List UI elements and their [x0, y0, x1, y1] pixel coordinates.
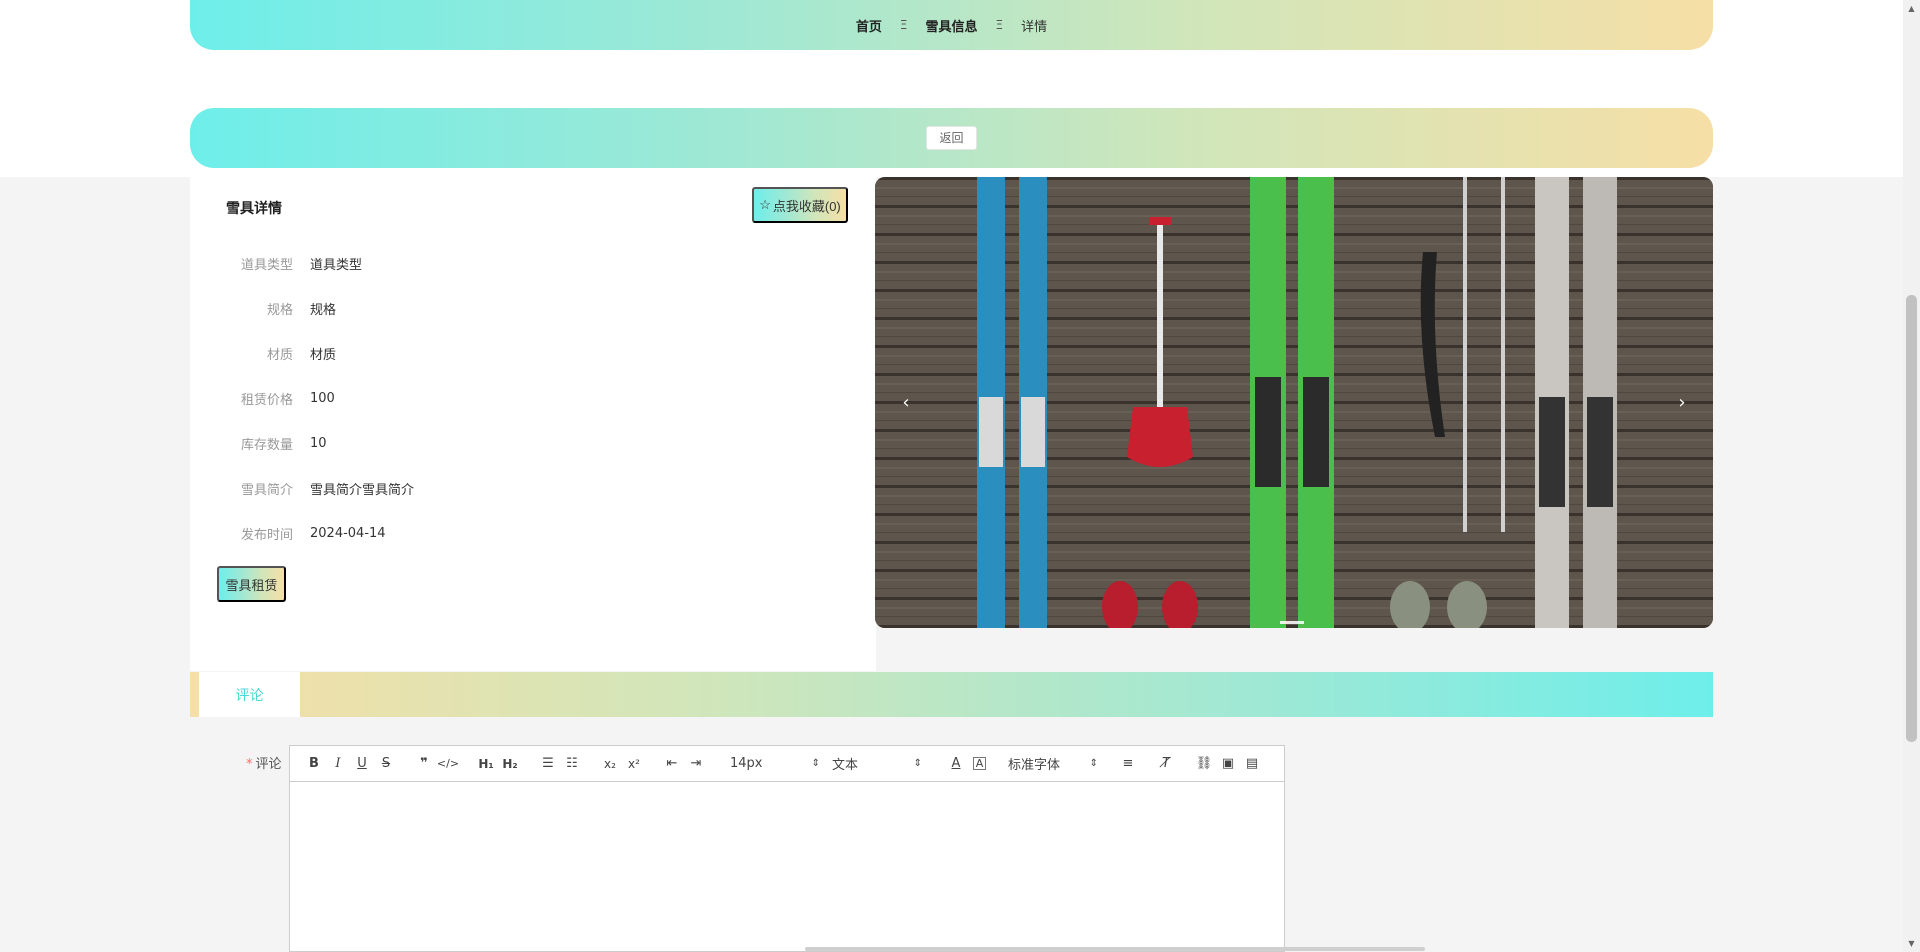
field-label: 规格 [266, 302, 293, 318]
editor-content-area[interactable] [290, 782, 1284, 952]
field-value: 100 [310, 390, 335, 406]
horizontal-scrollbar[interactable] [805, 947, 1425, 951]
field-value: 10 [310, 435, 327, 451]
field-value: 雪具简介雪具简介 [310, 482, 415, 498]
field-intro: 雪具简介 雪具简介雪具简介 [190, 478, 790, 498]
field-stock: 库存数量 10 [190, 433, 790, 453]
tab-bar: 评论 [190, 672, 1713, 717]
ski-gear-photo [875, 177, 1713, 628]
back-button[interactable]: 返回 [926, 126, 977, 150]
back-bar: 返回 [190, 108, 1713, 168]
field-publish-time: 发布时间 2024-04-14 [190, 523, 790, 543]
field-value: 2024-04-14 [310, 525, 386, 541]
subscript-icon[interactable]: x₂ [598, 753, 622, 775]
breadcrumb-separator: Ξ [899, 18, 908, 32]
field-label: 发布时间 [240, 527, 293, 543]
field-value: 材质 [310, 347, 337, 363]
scroll-up-icon[interactable]: ▲ [1903, 0, 1920, 17]
rich-text-editor: B I U S ❞ </> H₁ H₂ ☰ ☷ x₂ x² ⇤ ⇥ 14px ⇕… [289, 745, 1285, 952]
field-value: 道具类型 [310, 257, 363, 273]
scroll-down-icon[interactable]: ▼ [1903, 935, 1920, 952]
video-icon[interactable]: ▤ [1240, 753, 1264, 775]
superscript-icon[interactable]: x² [622, 753, 646, 775]
chevron-updown-icon: ⇕ [811, 758, 820, 769]
breadcrumb-separator: Ξ [995, 18, 1004, 32]
link-icon[interactable]: ⛓ [1192, 753, 1216, 775]
required-mark: * [246, 757, 253, 772]
header-value: 文本 [832, 758, 859, 773]
carousel-next-button[interactable]: › [1667, 387, 1697, 417]
blockquote-icon[interactable]: ❞ [412, 753, 436, 775]
image-carousel[interactable]: ‹ › [875, 177, 1713, 628]
vertical-scrollbar[interactable]: ▲ ▼ [1903, 0, 1920, 952]
chevron-updown-icon: ⇕ [913, 758, 922, 769]
align-icon[interactable]: ≡ [1116, 753, 1140, 775]
underline-icon[interactable]: U [350, 753, 374, 775]
font-size-picker[interactable]: 14px ⇕ [730, 753, 820, 775]
scrollbar-thumb[interactable] [1906, 295, 1917, 742]
rent-button[interactable]: 雪具租赁 [217, 566, 286, 602]
bold-icon[interactable]: B [302, 753, 326, 775]
heading1-icon[interactable]: H₁ [474, 753, 498, 775]
field-rent-price: 租赁价格 100 [190, 388, 790, 408]
breadcrumb-detail: 详情 [1021, 19, 1048, 35]
background-color-icon[interactable]: A [973, 757, 986, 770]
comment-label: * 评论 [246, 753, 282, 772]
field-label: 材质 [266, 347, 293, 363]
editor-toolbar: B I U S ❞ </> H₁ H₂ ☰ ☷ x₂ x² ⇤ ⇥ 14px ⇕… [290, 746, 1284, 782]
font-size-value: 14px [730, 756, 763, 771]
field-label: 雪具简介 [240, 482, 293, 498]
field-label: 租赁价格 [240, 392, 293, 408]
field-label: 库存数量 [240, 437, 293, 453]
field-spec: 规格 规格 [190, 298, 790, 318]
detail-panel: 雪具详情 ☆ 点我收藏(0) 道具类型 道具类型 规格 规格 材质 材质 租赁价… [190, 177, 876, 671]
field-material: 材质 材质 [190, 343, 790, 363]
indent-icon[interactable]: ⇥ [684, 753, 708, 775]
italic-icon[interactable]: I [326, 753, 350, 775]
field-gear-type: 道具类型 道具类型 [190, 253, 790, 273]
header-picker[interactable]: 文本 ⇕ [832, 753, 922, 775]
tab-comments[interactable]: 评论 [199, 672, 300, 717]
field-label: 道具类型 [240, 257, 293, 273]
breadcrumb-home[interactable]: 首页 [856, 16, 882, 35]
text-color-icon[interactable]: A [944, 753, 968, 775]
code-block-icon[interactable]: </> [436, 753, 460, 775]
comment-label-text: 评论 [255, 757, 282, 772]
chevron-updown-icon: ⇕ [1089, 758, 1098, 769]
clear-format-icon[interactable]: T̸ [1154, 753, 1178, 775]
strike-icon[interactable]: S [374, 753, 398, 775]
font-family-picker[interactable]: 标准字体 ⇕ [1008, 753, 1098, 775]
carousel-prev-button[interactable]: ‹ [891, 387, 921, 417]
font-family-value: 标准字体 [1008, 758, 1061, 773]
outdent-icon[interactable]: ⇤ [660, 753, 684, 775]
heading2-icon[interactable]: H₂ [498, 753, 522, 775]
carousel-indicator[interactable] [1280, 621, 1304, 624]
detail-title: 雪具详情 [226, 201, 282, 217]
ordered-list-icon[interactable]: ☰ [536, 753, 560, 775]
bullet-list-icon[interactable]: ☷ [560, 753, 584, 775]
favorite-button[interactable]: ☆ 点我收藏(0) [752, 187, 848, 223]
field-value: 规格 [310, 302, 337, 318]
favorite-button-label: 点我收藏(0) [772, 198, 841, 214]
breadcrumb-snow-gear[interactable]: 雪具信息 [925, 16, 977, 35]
image-icon[interactable]: ▣ [1216, 753, 1240, 775]
star-icon: ☆ [759, 197, 771, 212]
breadcrumb: 首页 Ξ 雪具信息 Ξ 详情 [190, 0, 1713, 50]
